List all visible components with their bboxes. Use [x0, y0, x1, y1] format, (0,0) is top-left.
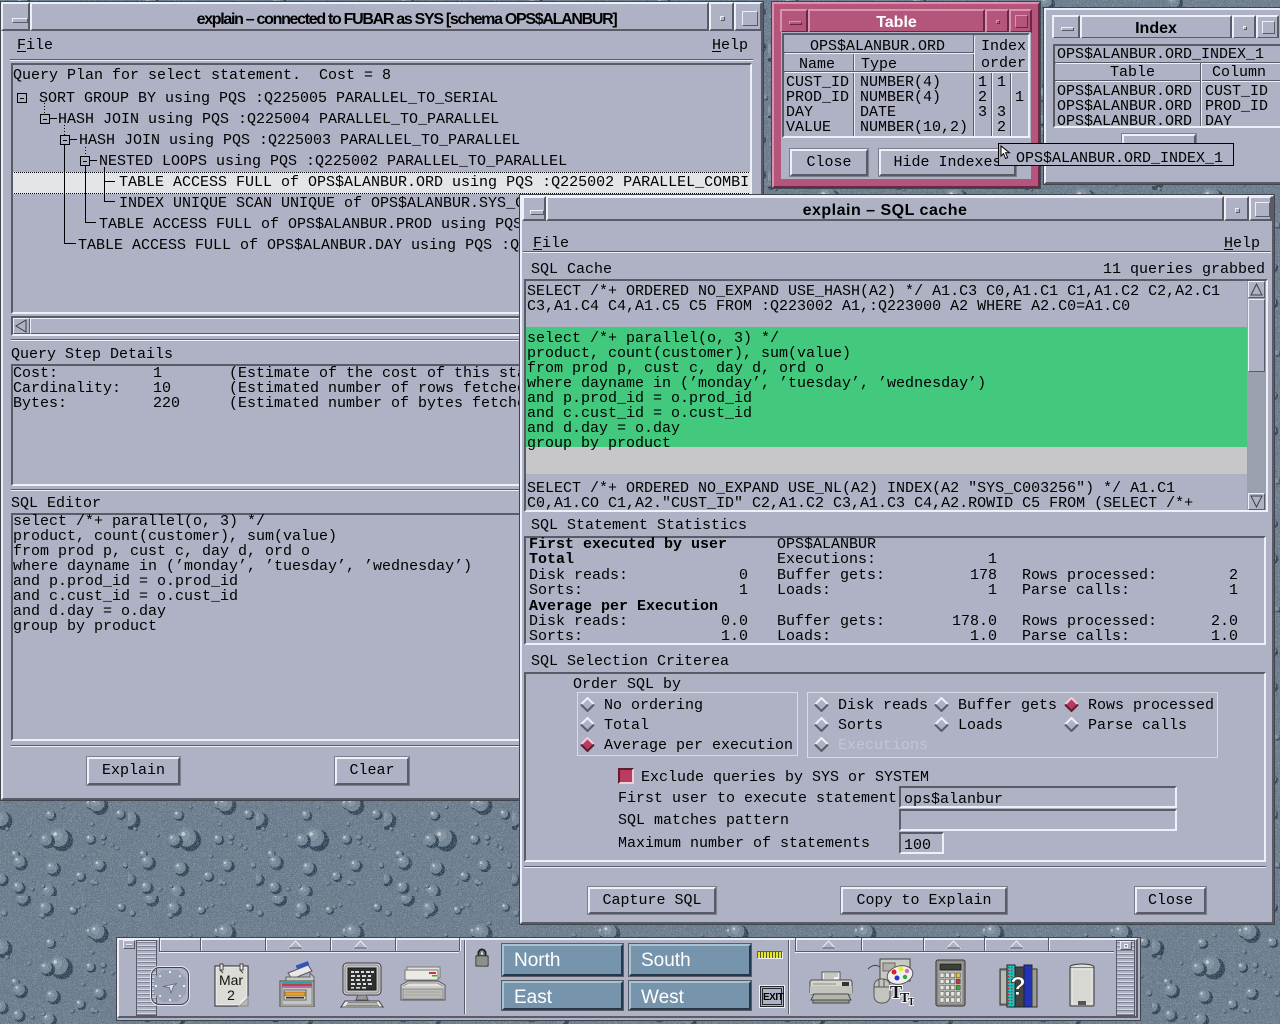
svg-text:2: 2: [227, 987, 235, 1003]
svg-text:T: T: [908, 997, 914, 1007]
svg-text:?: ?: [1010, 971, 1026, 1001]
svg-text:Mar: Mar: [219, 972, 243, 988]
